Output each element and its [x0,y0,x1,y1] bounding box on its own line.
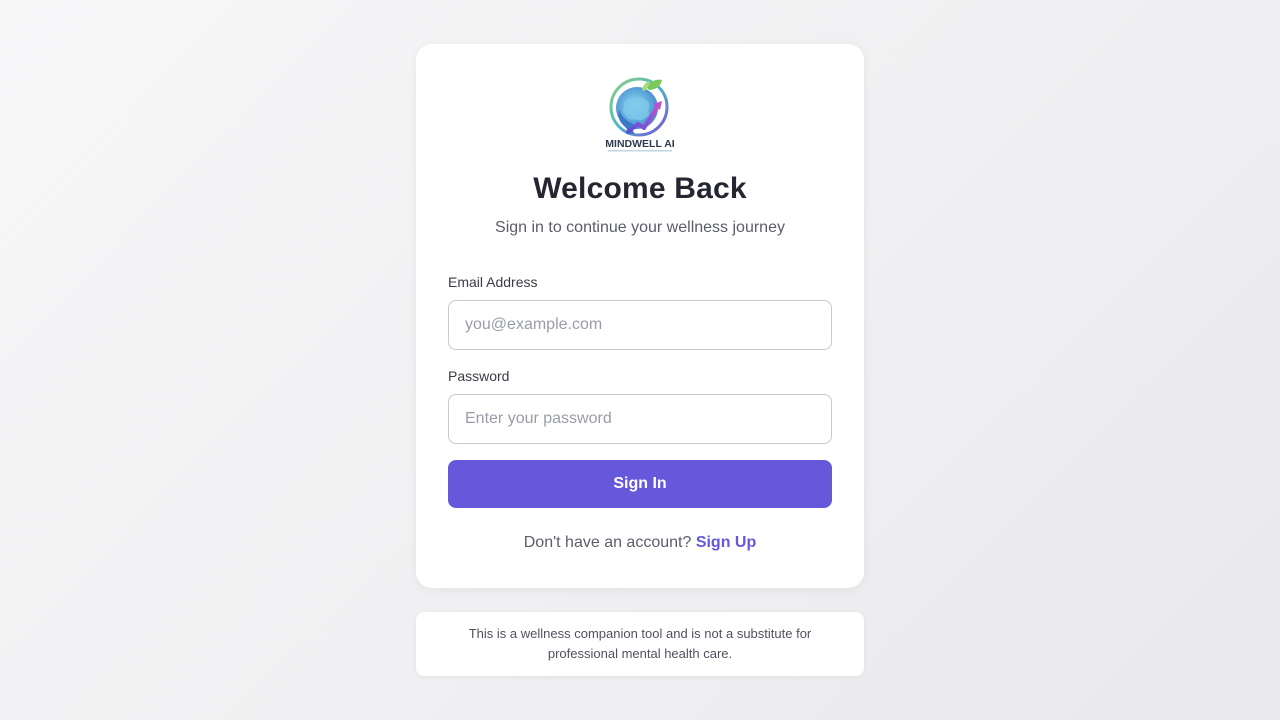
brand-logo-text: MINDWELL AI [605,138,674,150]
sign-up-link[interactable]: Sign Up [696,534,756,551]
page-title: Welcome Back [533,172,747,205]
brain-globe-logo-icon: MINDWELL AI [605,77,675,152]
brand-logo: MINDWELL AI [604,76,676,154]
disclaimer-box: This is a wellness companion tool and is… [416,612,864,676]
page-subtitle: Sign in to continue your wellness journe… [495,219,785,236]
signup-row: Don't have an account? Sign Up [416,534,864,552]
email-label: Email Address [448,274,538,290]
password-label: Password [448,368,510,384]
sign-in-button[interactable]: Sign In [448,460,832,508]
login-card: MINDWELL AI Welcome Back Sign in to cont… [416,44,864,588]
email-input[interactable] [448,300,832,350]
signup-prompt: Don't have an account? [523,534,696,551]
password-input[interactable] [448,394,832,444]
disclaimer-text: This is a wellness companion tool and is… [468,626,812,661]
